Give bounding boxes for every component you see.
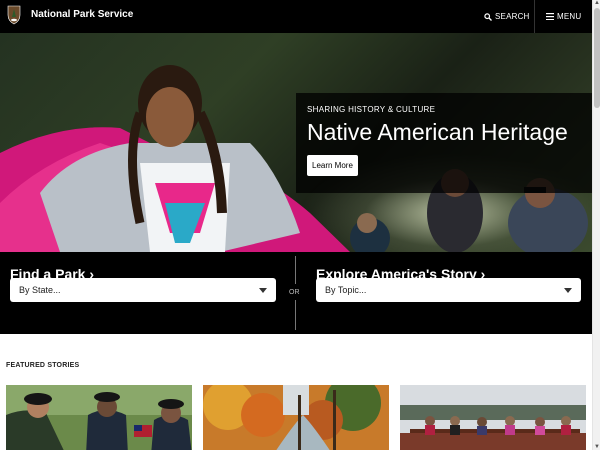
scroll-down-arrow-icon[interactable]: ▼ xyxy=(594,444,600,450)
state-select[interactable]: By State... xyxy=(10,278,276,302)
hero-title: Native American Heritage xyxy=(307,119,568,145)
topic-select-value: By Topic... xyxy=(325,285,367,295)
story-card-autumn-stream[interactable] xyxy=(203,385,389,450)
home-link[interactable]: National Park Service xyxy=(6,5,133,25)
menu-button[interactable]: MENU xyxy=(546,0,581,33)
hero-banner: SHARING HISTORY & CULTURE Native America… xyxy=(0,33,592,252)
header-divider xyxy=(534,0,535,33)
featured-stories-label: FEATURED STORIES xyxy=(6,362,80,369)
chevron-down-icon xyxy=(259,287,267,293)
scroll-up-arrow-icon[interactable]: ▲ xyxy=(594,0,600,6)
page-scrollbar[interactable]: ▲ ▼ xyxy=(592,0,600,450)
chevron-down-icon xyxy=(564,287,572,293)
search-icon xyxy=(484,12,492,21)
topic-select[interactable]: By Topic... xyxy=(316,278,581,302)
story-card-boat-tour[interactable] xyxy=(400,385,586,450)
soldiers-photo xyxy=(6,385,192,450)
top-nav-bar: National Park Service SEARCH MENU xyxy=(0,0,592,33)
or-divider xyxy=(295,256,296,284)
search-button[interactable]: SEARCH xyxy=(484,0,530,33)
or-label: OR xyxy=(289,289,300,296)
hamburger-icon xyxy=(546,13,554,20)
hero-caption-box: SHARING HISTORY & CULTURE Native America… xyxy=(296,93,592,193)
state-select-value: By State... xyxy=(19,285,61,295)
featured-stories-section: FEATURED STORIES xyxy=(0,334,592,450)
brand-name: National Park Service xyxy=(31,9,134,20)
autumn-stream-photo xyxy=(203,385,389,450)
or-divider xyxy=(295,300,296,330)
scrollbar-thumb[interactable] xyxy=(594,8,600,108)
learn-more-button[interactable]: Learn More xyxy=(307,155,358,176)
boat-tour-photo xyxy=(400,385,586,450)
hero-eyebrow: SHARING HISTORY & CULTURE xyxy=(307,105,436,114)
menu-label: MENU xyxy=(557,12,582,21)
arrowhead-logo-icon xyxy=(7,5,21,25)
search-label: SEARCH xyxy=(495,12,530,21)
story-card-soldiers[interactable] xyxy=(6,385,192,450)
find-park-band: Find a Park › By State... OR Explore Ame… xyxy=(0,252,592,334)
